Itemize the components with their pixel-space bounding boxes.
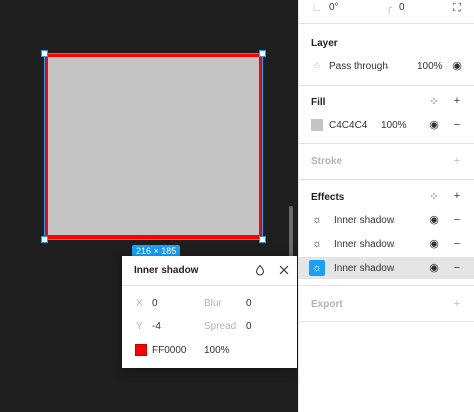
remove-effect-icon[interactable]: −	[451, 214, 463, 226]
eye-icon[interactable]: ◉	[428, 214, 440, 226]
chevron-down-icon[interactable]: ⌄	[387, 215, 399, 227]
popover-header: Inner shadow	[122, 256, 297, 286]
chevron-down-icon[interactable]: ⌄	[387, 239, 399, 251]
radius-value[interactable]: 0	[399, 2, 405, 13]
popover-title: Inner shadow	[134, 265, 199, 276]
blur-label: Blur	[204, 298, 222, 309]
remove-effect-icon[interactable]: −	[451, 262, 463, 274]
fill-color-swatch[interactable]	[311, 119, 323, 131]
style-grid-icon[interactable]: ⁘	[428, 96, 440, 108]
fill-section: Fill ⁘ + C4C4C4 100% ◉ −	[299, 86, 474, 144]
y-input[interactable]: -4	[152, 321, 161, 332]
x-label: X	[136, 298, 143, 309]
spread-label: Spread	[204, 321, 237, 332]
y-label: Y	[136, 321, 143, 332]
shadow-color-row: FF0000 100%	[122, 341, 297, 361]
resize-handle-bottom-left[interactable]	[41, 236, 48, 243]
resize-handle-top-left[interactable]	[41, 50, 48, 57]
blend-mode-select[interactable]: Pass through	[329, 61, 388, 72]
offset-row: X 0 Blur 0	[122, 294, 297, 314]
resize-handle-top-right[interactable]	[259, 50, 266, 57]
close-icon[interactable]	[278, 264, 290, 276]
shadow-color-hex[interactable]: FF0000	[152, 345, 186, 356]
corner-radius-icon: ╭	[385, 2, 393, 14]
eye-icon[interactable]: ◉	[428, 238, 440, 250]
drop-icon[interactable]	[254, 264, 266, 276]
effect-settings-icon[interactable]: ☼	[309, 260, 325, 276]
chevron-down-icon[interactable]: ⌄	[381, 61, 393, 73]
properties-panel: ∟ 0° ╭ 0 ⛶ Layer ○ Pass through ⌄ 100% ◉…	[298, 0, 474, 412]
effect-type-select[interactable]: Inner shadow	[334, 215, 394, 226]
blur-input[interactable]: 0	[246, 298, 252, 309]
chevron-down-icon[interactable]: ⌄	[387, 263, 399, 275]
rectangle-layer[interactable]	[45, 54, 262, 239]
eye-icon[interactable]: ◉	[451, 60, 463, 72]
effects-section: Effects ⁘ + ☼ Inner shadow ⌄ ◉ − ☼ Inner…	[299, 180, 474, 286]
fill-row: C4C4C4 100% ◉ −	[299, 114, 474, 136]
effect-type-select[interactable]: Inner shadow	[334, 263, 394, 274]
add-effect-icon[interactable]: +	[451, 190, 463, 202]
layer-row: ○ Pass through ⌄ 100% ◉	[299, 55, 474, 77]
effects-title: Effects	[311, 192, 345, 203]
inner-shadow-popover: Inner shadow X 0 Blur 0 Y -4 Spread 0 FF…	[122, 256, 297, 368]
effect-row-selected[interactable]: ☼ Inner shadow ⌄ ◉ −	[299, 257, 474, 279]
add-fill-icon[interactable]: +	[451, 95, 463, 107]
layer-section: Layer ○ Pass through ⌄ 100% ◉	[299, 24, 474, 86]
remove-fill-icon[interactable]: −	[451, 119, 463, 131]
stroke-section: Stroke +	[299, 144, 474, 180]
y-spread-row: Y -4 Spread 0	[122, 317, 297, 337]
x-input[interactable]: 0	[152, 298, 158, 309]
resize-handle-bottom-right[interactable]	[259, 236, 266, 243]
transform-section: ∟ 0° ╭ 0 ⛶	[299, 0, 474, 24]
rotation-value[interactable]: 0°	[329, 2, 339, 13]
shadow-opacity[interactable]: 100%	[204, 345, 230, 356]
spread-input[interactable]: 0	[246, 321, 252, 332]
fill-hex[interactable]: C4C4C4	[329, 120, 367, 131]
fill-opacity[interactable]: 100%	[381, 120, 407, 131]
effect-row[interactable]: ☼ Inner shadow ⌄ ◉ −	[299, 209, 474, 231]
layer-opacity[interactable]: 100%	[417, 61, 443, 72]
fill-title: Fill	[311, 97, 326, 108]
eye-icon[interactable]: ◉	[428, 262, 440, 274]
style-grid-icon[interactable]: ⁘	[428, 191, 440, 203]
effect-settings-icon[interactable]: ☼	[311, 238, 323, 250]
effect-settings-icon[interactable]: ☼	[311, 214, 323, 226]
eye-icon[interactable]: ◉	[428, 119, 440, 131]
canvas-scrollbar[interactable]	[289, 206, 293, 262]
export-section: Export +	[299, 286, 474, 322]
transform-row: 0° ╭ 0 ⛶	[299, 0, 474, 14]
expand-corners-icon[interactable]: ⛶	[451, 2, 463, 14]
layer-title: Layer	[311, 38, 338, 49]
add-stroke-icon[interactable]: +	[451, 155, 463, 167]
effect-row[interactable]: ☼ Inner shadow ⌄ ◉ −	[299, 233, 474, 255]
export-title: Export	[311, 299, 343, 310]
stroke-title: Stroke	[311, 156, 343, 167]
add-export-icon[interactable]: +	[451, 298, 463, 310]
effect-type-select[interactable]: Inner shadow	[334, 239, 394, 250]
shadow-color-swatch[interactable]	[135, 344, 147, 356]
blend-mode-icon: ○	[313, 60, 321, 72]
remove-effect-icon[interactable]: −	[451, 238, 463, 250]
